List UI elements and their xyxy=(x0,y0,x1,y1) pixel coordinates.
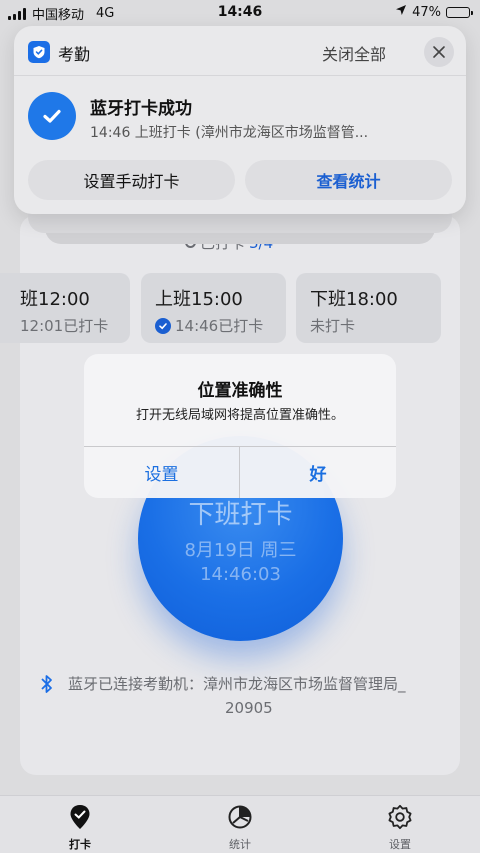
close-all-button[interactable]: 关闭全部 xyxy=(322,41,386,65)
shift-time: 上班15:00 xyxy=(155,289,243,310)
battery-icon xyxy=(446,6,473,18)
shift-time: 下班18:00 xyxy=(310,289,398,310)
tab-bar: 打卡 统计 设置 xyxy=(0,795,480,853)
gear-icon xyxy=(360,804,440,830)
close-icon xyxy=(433,46,445,58)
shift-status-row: 14:46已打卡 xyxy=(155,315,272,336)
manual-punch-button[interactable]: 设置手动打卡 xyxy=(28,160,235,200)
tab-label: 统计 xyxy=(229,838,251,851)
checkmark-icon xyxy=(155,317,171,334)
notification-header: 考勤 关闭全部 xyxy=(14,26,466,76)
status-bar: 中国移动 4G 14:46 47% xyxy=(0,0,480,24)
shift-card-3[interactable]: 下班18:00 未打卡 xyxy=(296,273,441,343)
bluetooth-icon xyxy=(40,674,54,701)
punch-button-label: 下班打卡 xyxy=(188,500,293,530)
location-arrow-icon xyxy=(395,4,407,20)
shift-status: 未打卡 xyxy=(310,317,356,335)
shift-card-2[interactable]: 上班15:00 14:46已打卡 xyxy=(141,273,286,343)
punch-date: 8月19日 周三 xyxy=(184,540,297,561)
chart-icon xyxy=(200,804,280,830)
shift-status: 12:01已打卡 xyxy=(20,317,109,335)
tab-settings[interactable]: 设置 xyxy=(360,804,440,852)
tab-punch[interactable]: 打卡 xyxy=(40,804,120,852)
success-check-icon xyxy=(28,92,76,140)
location-accuracy-alert: 位置准确性 打开无线局域网将提高位置准确性。 设置 好 xyxy=(84,354,396,498)
app-shield-icon xyxy=(28,41,50,63)
alert-title: 位置准确性 xyxy=(197,381,283,401)
tab-label: 设置 xyxy=(389,838,411,851)
alert-message: 打开无线局域网将提高位置准确性。 xyxy=(135,408,344,423)
shift-time: 班12:00 xyxy=(20,289,90,310)
tab-statistics[interactable]: 统计 xyxy=(200,804,280,852)
punch-time: 14:46:03 xyxy=(200,564,281,585)
close-notification-button[interactable] xyxy=(424,37,454,67)
notification-app-name: 考勤 xyxy=(58,45,91,64)
alert-settings-button[interactable]: 设置 xyxy=(84,447,239,498)
notification-title: 蓝牙打卡成功 xyxy=(90,99,192,119)
bluetooth-text-line2: 20905 xyxy=(225,699,273,717)
notification-banner[interactable]: 考勤 关闭全部 蓝牙打卡成功 14:46 上班打卡 (漳州市龙海区市场监督管..… xyxy=(14,26,466,214)
alert-ok-button[interactable]: 好 xyxy=(240,447,396,498)
notification-body: 14:46 上班打卡 (漳州市龙海区市场监督管... xyxy=(90,125,369,141)
status-right: 47% xyxy=(395,4,473,20)
shift-card-1[interactable]: 班12:00 12:01已打卡 xyxy=(0,273,130,343)
view-stats-button[interactable]: 查看统计 xyxy=(245,160,452,200)
battery-percent: 47% xyxy=(412,4,441,20)
shift-status: 14:46已打卡 xyxy=(175,317,264,335)
punch-icon xyxy=(40,804,120,830)
tab-label: 打卡 xyxy=(69,838,91,851)
bluetooth-text-line1: 蓝牙已连接考勤机：漳州市龙海区市场监督管理局_ xyxy=(68,675,406,693)
